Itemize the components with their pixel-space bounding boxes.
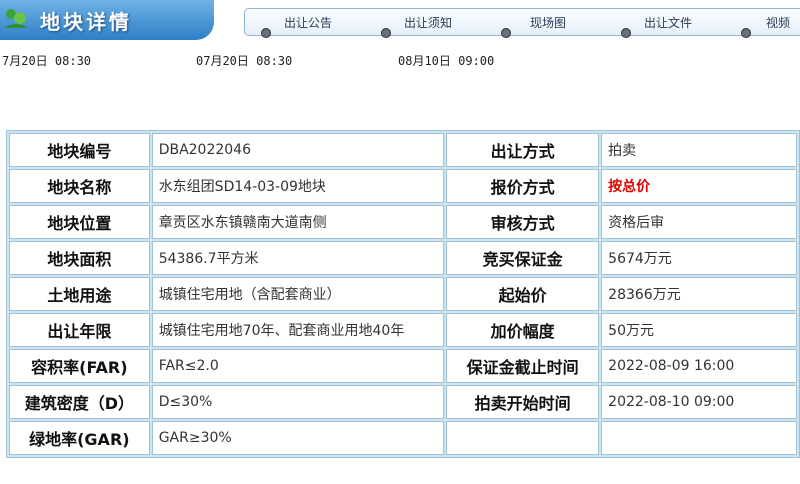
table-row: 出让年限 城镇住宅用地70年、配套商业用地40年 加价幅度 50万元 (9, 313, 797, 347)
label-parcel-location: 地块位置 (9, 205, 150, 239)
value-transfer-method: 拍卖 (601, 133, 797, 167)
label-transfer-method: 出让方式 (446, 133, 600, 167)
label-far: 容积率(FAR) (9, 349, 150, 383)
header-banner: 地块详情 (0, 0, 214, 40)
value-land-use: 城镇住宅用地（含配套商业） (151, 277, 445, 311)
value-increment: 50万元 (601, 313, 797, 347)
nav-tab-video[interactable]: 视频 (741, 9, 800, 38)
table-row: 地块编号 DBA2022046 出让方式 拍卖 (9, 133, 797, 167)
value-starting-price: 28366万元 (601, 277, 797, 311)
label-parcel-id: 地块编号 (9, 133, 150, 167)
label-green-ratio: 绿地率(GAR) (9, 421, 150, 455)
table-row: 绿地率(GAR) GAR≥30% (9, 421, 797, 455)
value-auction-start: 2022-08-10 09:00 (601, 385, 797, 419)
label-term: 出让年限 (9, 313, 150, 347)
label-bid-method: 报价方式 (446, 169, 600, 203)
table-row: 地块面积 54386.7平方米 竞买保证金 5674万元 (9, 241, 797, 275)
label-review-method: 审核方式 (446, 205, 600, 239)
value-term: 城镇住宅用地70年、配套商业用地40年 (151, 313, 445, 347)
nav-tab-label: 出让须知 (403, 16, 452, 30)
page-title: 地块详情 (40, 10, 132, 34)
timeline-date: 08月10日 09:00 (398, 54, 495, 68)
table-row: 地块位置 章贡区水东镇赣南大道南侧 审核方式 资格后审 (9, 205, 797, 239)
timeline-date: 07月20日 08:30 (196, 54, 293, 68)
nav-tab-label: 出让公告 (283, 16, 332, 30)
bullet-icon (621, 28, 631, 38)
table-row: 地块名称 水东组团SD14-03-09地块 报价方式 按总价 (9, 169, 797, 203)
value-deposit-deadline: 2022-08-09 16:00 (601, 349, 797, 383)
bullet-icon (741, 28, 751, 38)
logo-icon (4, 9, 28, 28)
parcel-info-table: 地块编号 DBA2022046 出让方式 拍卖 地块名称 水东组团SD14-03… (6, 130, 800, 458)
value-parcel-name: 水东组团SD14-03-09地块 (151, 169, 445, 203)
nav-tab-label: 现场图 (529, 16, 566, 30)
value-green-ratio: GAR≥30% (151, 421, 445, 455)
label-building-density: 建筑密度（D） (9, 385, 150, 419)
table-row: 容积率(FAR) FAR≤2.0 保证金截止时间 2022-08-09 16:0… (9, 349, 797, 383)
label-parcel-name: 地块名称 (9, 169, 150, 203)
bullet-icon (501, 28, 511, 38)
value-deposit: 5674万元 (601, 241, 797, 275)
value-parcel-area: 54386.7平方米 (151, 241, 445, 275)
bullet-icon (261, 28, 271, 38)
table-row: 建筑密度（D） D≤30% 拍卖开始时间 2022-08-10 09:00 (9, 385, 797, 419)
nav-tab-site-photo[interactable]: 现场图 (501, 9, 593, 38)
nav-bar: 出让公告 出让须知 现场图 出让文件 视频 (244, 8, 800, 38)
nav-tab-label: 出让文件 (643, 16, 692, 30)
empty-cell (601, 421, 797, 455)
label-land-use: 土地用途 (9, 277, 150, 311)
value-far: FAR≤2.0 (151, 349, 445, 383)
nav-tab-notice[interactable]: 出让须知 (381, 9, 473, 38)
label-auction-start: 拍卖开始时间 (446, 385, 600, 419)
label-starting-price: 起始价 (446, 277, 600, 311)
nav-tab-announcement[interactable]: 出让公告 (261, 9, 353, 38)
value-bid-method: 按总价 (601, 169, 797, 203)
label-deposit: 竞买保证金 (446, 241, 600, 275)
label-parcel-area: 地块面积 (9, 241, 150, 275)
table-row: 土地用途 城镇住宅用地（含配套商业） 起始价 28366万元 (9, 277, 797, 311)
label-increment: 加价幅度 (446, 313, 600, 347)
empty-cell (446, 421, 600, 455)
timeline-date: 7月20日 08:30 (2, 54, 92, 68)
value-building-density: D≤30% (151, 385, 445, 419)
bullet-icon (381, 28, 391, 38)
label-deposit-deadline: 保证金截止时间 (446, 349, 600, 383)
value-review-method: 资格后审 (601, 205, 797, 239)
value-parcel-id: DBA2022046 (151, 133, 445, 167)
nav-tab-label: 视频 (765, 16, 790, 30)
nav-tab-documents[interactable]: 出让文件 (621, 9, 713, 38)
value-parcel-location: 章贡区水东镇赣南大道南侧 (151, 205, 445, 239)
